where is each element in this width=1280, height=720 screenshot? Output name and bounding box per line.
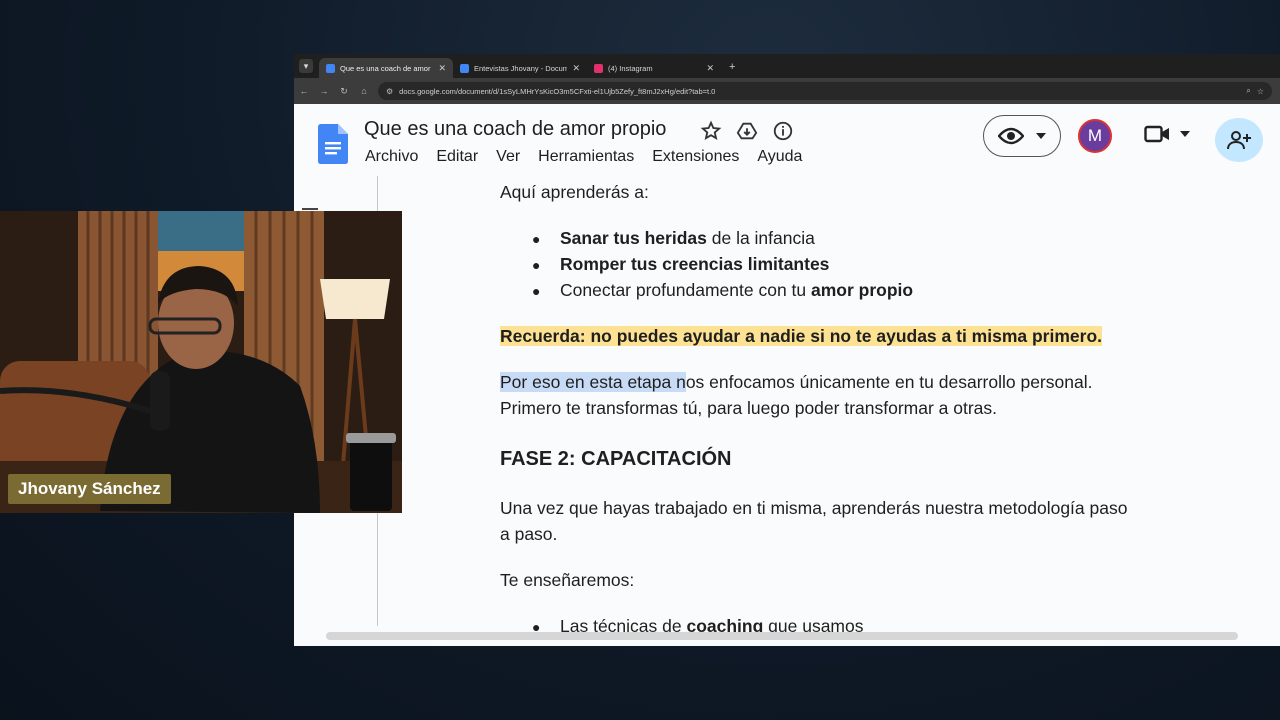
chevron-down-icon <box>1180 131 1190 137</box>
site-info-icon[interactable]: ⚙ <box>386 87 393 96</box>
tab-interviews[interactable]: Entevistas Jhovany - Document ✕ <box>453 58 587 78</box>
paragraph-line: Primero te transformas tú, para luego po… <box>500 398 998 418</box>
eye-icon <box>998 127 1024 145</box>
bullet-icon: ● <box>532 257 541 273</box>
menu-archivo[interactable]: Archivo <box>365 148 418 166</box>
video-camera-icon <box>1144 125 1169 143</box>
url-input[interactable]: ⚙ docs.google.com/document/d/1sSyLMHrYsK… <box>378 82 1272 100</box>
meet-button[interactable] <box>1144 124 1190 144</box>
paragraph-line: Por eso en esta etapa nos enfocamos únic… <box>500 372 1093 392</box>
tab-title: Entevistas Jhovany - Document <box>474 63 568 73</box>
bullet-icon: ● <box>532 231 541 247</box>
avatar[interactable]: M <box>1078 119 1112 153</box>
docs-header: Que es una coach de amor propio Archivo … <box>294 104 1280 176</box>
paragraph-line: a paso. <box>500 524 558 544</box>
paragraph-line: Una vez que hayas trabajado en ti misma,… <box>500 498 1128 518</box>
share-button[interactable] <box>1215 118 1263 162</box>
bullet-item: Sanar tus heridas de la infancia <box>560 228 815 248</box>
tab-instagram[interactable]: (4) Instagram ✕ <box>587 58 721 78</box>
menu-herramientas[interactable]: Herramientas <box>538 148 634 166</box>
tab-search-icon[interactable]: ▾ <box>299 59 313 73</box>
document-canvas[interactable]: Aquí aprenderás a: ● Sanar tus heridas d… <box>294 176 1280 646</box>
tab-doc[interactable]: Que es una coach de amor pro ✕ <box>319 58 453 78</box>
add-person-icon <box>1227 131 1251 150</box>
address-bar: ← → ↻ ⌂ ⚙ docs.google.com/document/d/1sS… <box>294 78 1280 104</box>
back-icon[interactable]: ← <box>294 86 314 96</box>
bullet-item: Romper tus creencias limitantes <box>560 254 830 274</box>
viewing-mode-button[interactable] <box>983 115 1061 157</box>
move-to-drive-icon[interactable] <box>736 120 758 142</box>
docs-logo-icon[interactable] <box>318 124 348 164</box>
tab-title: (4) Instagram <box>608 63 653 73</box>
close-tab-icon[interactable]: ✕ <box>438 63 446 74</box>
section-heading: FASE 2: CAPACITACIÓN <box>500 448 732 470</box>
menu-ver[interactable]: Ver <box>496 148 520 166</box>
bullet-item: Conectar profundamente con tu amor propi… <box>560 280 914 300</box>
reminder-line: Recuerda: no puedes ayudar a nadie si no… <box>500 326 1102 346</box>
new-tab-icon[interactable]: + <box>729 61 735 73</box>
menu-extensiones[interactable]: Extensiones <box>652 148 739 166</box>
tab-title: Que es una coach de amor pro <box>340 63 434 73</box>
url-text: docs.google.com/document/d/1sSyLMHrYsKic… <box>399 86 716 96</box>
bullet-icon: ● <box>532 283 541 299</box>
paragraph-line: Te enseñaremos: <box>500 570 635 590</box>
webcam-overlay <box>0 211 402 513</box>
docs-favicon-icon <box>460 63 469 73</box>
title-icons <box>700 120 794 142</box>
document-status-icon[interactable] <box>772 120 794 142</box>
chevron-down-icon <box>1036 133 1046 139</box>
close-tab-icon[interactable]: ✕ <box>572 63 580 74</box>
close-tab-icon[interactable]: ✕ <box>706 63 714 74</box>
menu-editar[interactable]: Editar <box>436 148 478 166</box>
home-icon[interactable]: ⌂ <box>354 86 374 96</box>
menu-ayuda[interactable]: Ayuda <box>757 148 802 166</box>
tab-strip: ▾ Que es una coach de amor pro ✕ Entevis… <box>294 54 1280 78</box>
intro-line: Aquí aprenderás a: <box>500 182 649 202</box>
bookmark-star-icon[interactable]: ☆ <box>1257 87 1264 96</box>
zoom-icon[interactable]: ⌕ <box>1246 86 1250 96</box>
forward-icon[interactable]: → <box>314 86 334 96</box>
menu-bar: Archivo Editar Ver Herramientas Extensio… <box>365 148 802 166</box>
webcam-video <box>0 211 402 513</box>
reload-icon[interactable]: ↻ <box>334 86 354 97</box>
star-icon[interactable] <box>700 120 722 142</box>
speaker-name-tag: Jhovany Sánchez <box>8 474 171 504</box>
docs-favicon-icon <box>326 63 335 73</box>
horizontal-scrollbar[interactable] <box>326 632 1238 640</box>
browser-window: ▾ Que es una coach de amor pro ✕ Entevis… <box>294 54 1280 646</box>
instagram-favicon-icon <box>594 63 603 73</box>
doc-title[interactable]: Que es una coach de amor propio <box>364 118 666 141</box>
